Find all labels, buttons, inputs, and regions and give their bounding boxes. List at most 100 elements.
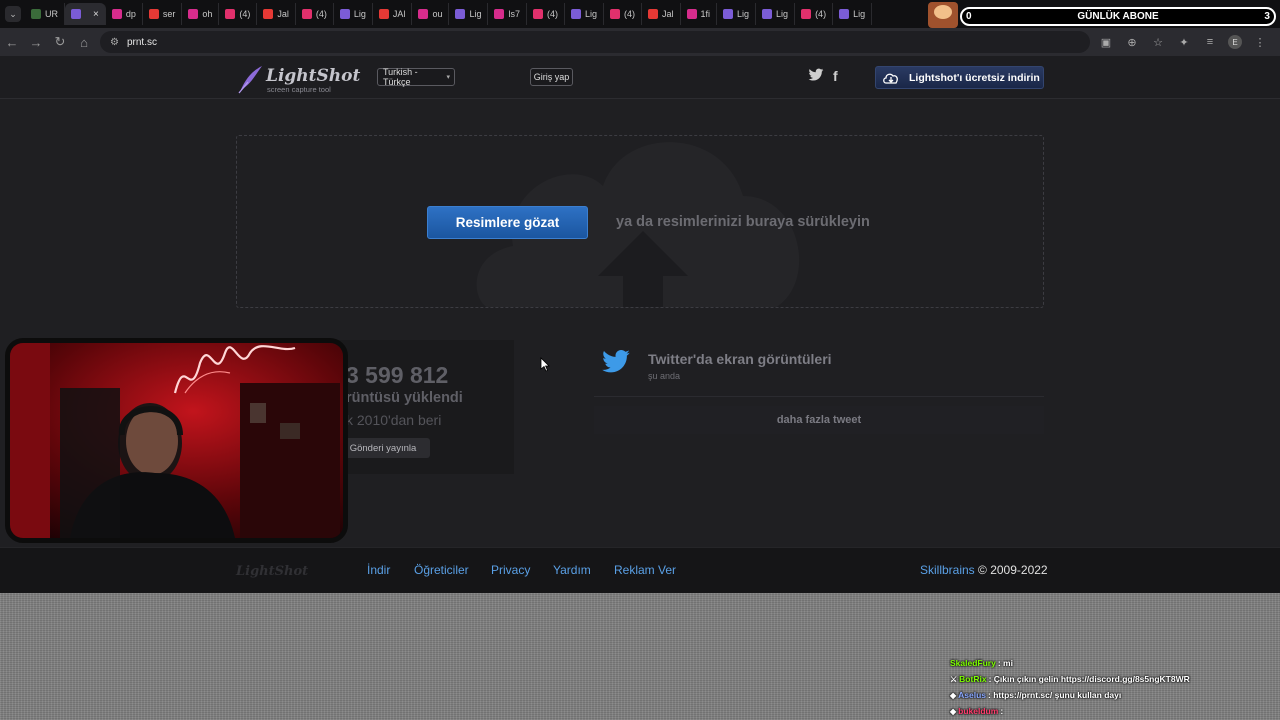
upload-count: 3 599 812 xyxy=(346,362,449,388)
browser-tab[interactable]: (4) xyxy=(604,3,642,25)
chat-badge-icon: ⚔ xyxy=(950,674,958,684)
tab-title: 1fi xyxy=(700,9,711,19)
browser-tab[interactable]: Lig xyxy=(833,3,873,25)
tab-favicon-icon xyxy=(339,9,350,19)
browser-tab[interactable]: (4) xyxy=(795,3,834,25)
tab-title: Lig xyxy=(584,9,597,19)
bookmark-star-icon[interactable]: ☆ xyxy=(1150,34,1166,50)
browser-tab[interactable]: Lig xyxy=(334,3,373,25)
chat-message: ⚔ BotRix: Çıkın çıkın gelin https://disco… xyxy=(950,671,1270,687)
tab-favicon-icon xyxy=(378,9,389,19)
tab-title: Jal xyxy=(662,9,674,19)
facebook-icon[interactable]: f xyxy=(833,68,838,84)
twitter-icon[interactable] xyxy=(808,68,824,85)
tab-favicon-icon xyxy=(762,9,773,19)
footer-link-help[interactable]: Yardım xyxy=(553,563,591,577)
tab-search-menu-icon[interactable]: ⌄ xyxy=(5,6,21,22)
extensions-icon[interactable]: ✦ xyxy=(1176,34,1192,50)
reload-icon[interactable]: ↻ xyxy=(48,30,72,54)
browser-tab[interactable]: Lig xyxy=(565,3,604,25)
footer-link-download[interactable]: İndir xyxy=(367,563,390,577)
address-bar[interactable]: ⚙ prnt.sc xyxy=(100,31,1090,53)
footer-logo[interactable]: LightShot xyxy=(236,564,308,579)
chat-message: ◆ bukeldum: xyxy=(950,703,1270,719)
tab-title: Lig xyxy=(469,9,482,19)
browser-tab[interactable]: Lig xyxy=(449,3,489,25)
browser-tab[interactable]: dp xyxy=(106,3,143,25)
logo-subtitle: screen capture tool xyxy=(267,85,331,94)
browser-tab[interactable]: (4) xyxy=(219,3,258,25)
footer-link-advertise[interactable]: Reklam Ver xyxy=(614,563,676,577)
tab-favicon-icon xyxy=(532,9,543,19)
browser-toolbar: ← → ↻ ⌂ ⚙ prnt.sc ▣ ⊕ ☆ ✦ ≡ E ⋮ xyxy=(0,28,1280,56)
tab-favicon-icon xyxy=(301,9,312,19)
stream-chat-overlay: SkaledFury: mi ⚔ BotRix: Çıkın çıkın gelin… xyxy=(950,655,1270,719)
skillbrains-link[interactable]: Skillbrains xyxy=(920,563,975,577)
tab-favicon-icon xyxy=(71,9,81,19)
toolbar-icons: ▣ ⊕ ☆ ✦ ≡ E ⋮ xyxy=(1098,34,1268,50)
browser-tab[interactable]: oh xyxy=(182,3,220,25)
tab-title: dp xyxy=(125,9,136,19)
tab-title: oh xyxy=(202,9,213,19)
footer-link-privacy[interactable]: Privacy xyxy=(491,563,530,577)
browser-tab[interactable]: × xyxy=(65,3,106,25)
language-select[interactable]: Turkish - Türkçe ▾ xyxy=(377,67,455,87)
login-button[interactable]: Giriş yap xyxy=(530,68,573,86)
browser-tab[interactable]: Jal xyxy=(642,3,681,25)
daily-subscriber-right-count: 3 xyxy=(1264,11,1270,22)
chat-text: : https://prnt.sc/ şunu kullan dayı xyxy=(988,690,1122,700)
tab-title: (4) xyxy=(239,9,251,19)
media-controls-icon[interactable]: ≡ xyxy=(1202,34,1218,50)
tab-title: UR xyxy=(45,9,58,19)
tab-title: Lig xyxy=(353,9,366,19)
tab-title: ou xyxy=(432,9,443,19)
site-info-icon[interactable]: ⚙ xyxy=(110,37,119,48)
download-button-label: Lightshot'ı ücretsiz indirin xyxy=(909,71,1040,84)
browser-tab[interactable]: 1fi xyxy=(681,3,718,25)
forward-icon[interactable]: → xyxy=(24,30,48,54)
zoom-icon[interactable]: ⊕ xyxy=(1124,34,1140,50)
more-tweets-button[interactable]: daha fazla tweet xyxy=(594,406,1044,434)
browser-tab[interactable]: Lig xyxy=(717,3,757,25)
upload-drop-zone[interactable]: Resimlere gözat ya da resimlerinizi bura… xyxy=(236,135,1044,308)
menu-icon[interactable]: ⋮ xyxy=(1252,34,1268,50)
footer-link-tutorials[interactable]: Öğreticiler xyxy=(414,563,469,577)
download-lightshot-button[interactable]: Lightshot'ı ücretsiz indirin xyxy=(875,66,1044,89)
home-icon[interactable]: ⌂ xyxy=(72,30,96,54)
tab-favicon-icon xyxy=(494,9,505,19)
chat-message: ◆ Aselus: https://prnt.sc/ şunu kullan da… xyxy=(950,687,1270,703)
lightshot-logo[interactable]: LightShot screen capture tool xyxy=(236,64,360,94)
chat-username: BotRix xyxy=(959,674,987,684)
drag-drop-hint: ya da resimlerinizi buraya sürükleyin xyxy=(616,214,870,230)
browser-tab[interactable]: Jal xyxy=(257,3,296,25)
language-select-value: Turkish - Türkçe xyxy=(383,67,418,87)
twitter-section-subtitle: şu anda xyxy=(648,371,681,381)
webcam-overlay xyxy=(5,338,348,543)
browser-tab[interactable]: Lig xyxy=(756,3,796,25)
tab-title: ls7 xyxy=(508,9,520,19)
mouse-cursor-icon xyxy=(540,357,550,372)
tab-title: Lig xyxy=(737,9,750,19)
screenshot-icon[interactable]: ▣ xyxy=(1098,34,1114,50)
tab-close-icon[interactable]: × xyxy=(93,9,99,20)
profile-avatar-icon[interactable]: E xyxy=(1228,35,1242,49)
chat-username: SkaledFury xyxy=(950,658,996,668)
upload-count-since: k 2010'dan beri xyxy=(346,412,442,428)
browser-tab[interactable]: (4) xyxy=(296,3,334,25)
publish-post-button[interactable]: Gönderi yayınla xyxy=(336,438,430,458)
tab-favicon-icon xyxy=(686,9,697,19)
browser-tab[interactable]: ou xyxy=(412,3,450,25)
browse-images-button[interactable]: Resimlere gözat xyxy=(427,206,588,239)
upload-count-caption: rüntüsü yüklendi xyxy=(346,390,463,406)
copyright-years: © 2009-2022 xyxy=(974,563,1048,577)
browser-tab[interactable]: ls7 xyxy=(488,3,527,25)
tab-title: (4) xyxy=(624,9,635,19)
browser-tab[interactable]: ser xyxy=(143,3,183,25)
back-icon[interactable]: ← xyxy=(0,30,24,54)
browser-tab[interactable]: JAl xyxy=(373,3,413,25)
daily-subscriber-label: GÜNLÜK ABONE xyxy=(1077,11,1159,22)
browser-tab[interactable]: (4) xyxy=(527,3,565,25)
browser-tab[interactable]: UR xyxy=(25,3,65,25)
tab-favicon-icon xyxy=(723,9,734,19)
chat-text: : mi xyxy=(997,658,1013,668)
